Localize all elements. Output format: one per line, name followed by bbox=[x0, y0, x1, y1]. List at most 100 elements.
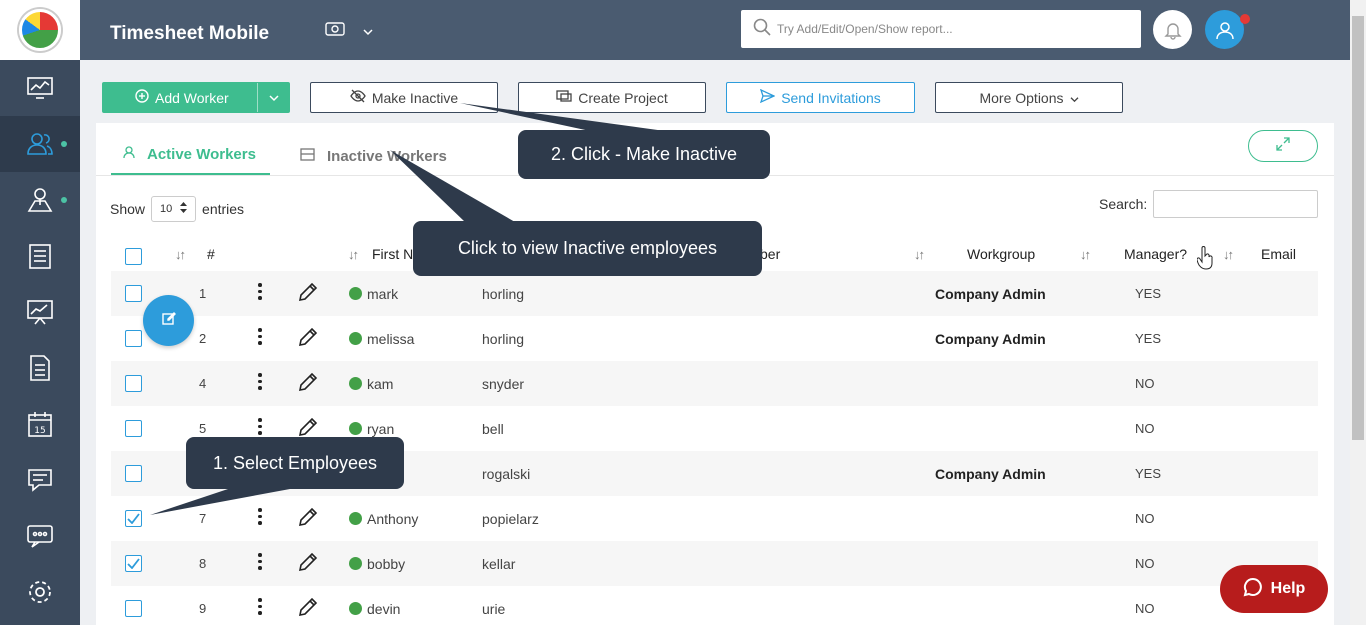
chevron-down-icon bbox=[1070, 90, 1079, 106]
first-name: kam bbox=[367, 376, 394, 392]
column-header-number[interactable]: ber bbox=[760, 246, 780, 262]
messages-icon[interactable] bbox=[0, 452, 80, 508]
kebab-menu-icon[interactable] bbox=[258, 598, 262, 618]
first-name: ryan bbox=[367, 421, 395, 437]
expand-icon bbox=[1276, 136, 1290, 156]
table-row[interactable]: 9 devin urie NO bbox=[111, 586, 1318, 625]
row-checkbox[interactable] bbox=[125, 420, 142, 437]
sort-icon[interactable]: ↓↑ bbox=[175, 246, 186, 262]
workers-icon[interactable] bbox=[0, 116, 80, 172]
map-location-icon[interactable] bbox=[0, 172, 80, 228]
more-options-button[interactable]: More Options bbox=[935, 82, 1123, 113]
first-name: melissa bbox=[367, 331, 415, 347]
row-checkbox[interactable] bbox=[125, 555, 142, 572]
workgroup: Company Admin bbox=[935, 286, 1046, 302]
global-search[interactable] bbox=[741, 10, 1141, 48]
kebab-menu-icon[interactable] bbox=[258, 283, 262, 303]
column-header-email[interactable]: Email bbox=[1261, 246, 1296, 262]
first-name: bobby bbox=[367, 556, 406, 572]
create-project-button[interactable]: Create Project bbox=[518, 82, 706, 113]
row-number: 8 bbox=[199, 556, 207, 571]
callout-make-inactive: 2. Click - Make Inactive bbox=[518, 130, 770, 179]
last-name: kellar bbox=[482, 556, 516, 572]
kebab-menu-icon[interactable] bbox=[258, 328, 262, 348]
row-checkbox[interactable] bbox=[125, 375, 142, 392]
settings-gear-icon[interactable] bbox=[0, 564, 80, 620]
entries-value: 10 bbox=[159, 203, 173, 215]
table-search-input[interactable] bbox=[1153, 190, 1318, 218]
manager-flag: YES bbox=[1135, 286, 1162, 301]
floating-edit-button[interactable] bbox=[143, 295, 194, 346]
tab-inactive-workers[interactable]: Inactive Workers bbox=[300, 136, 447, 176]
notifications-bell-icon[interactable] bbox=[1153, 10, 1192, 49]
column-header-manager[interactable]: Manager? bbox=[1124, 246, 1187, 262]
pencil-icon[interactable] bbox=[297, 551, 319, 578]
send-invitations-label: Send Invitations bbox=[781, 89, 881, 106]
reports-chart-icon[interactable] bbox=[0, 284, 80, 340]
row-checkbox[interactable] bbox=[125, 285, 142, 302]
tab-active-workers[interactable]: Active Workers bbox=[111, 136, 270, 176]
send-invitations-button[interactable]: Send Invitations bbox=[726, 82, 915, 113]
make-inactive-label: Make Inactive bbox=[371, 89, 459, 106]
select-all-checkbox[interactable] bbox=[125, 248, 142, 265]
sort-icon[interactable]: ↓↑ bbox=[1223, 246, 1234, 262]
dashboard-icon[interactable] bbox=[0, 60, 80, 116]
status-active-icon bbox=[349, 332, 362, 345]
status-active-icon bbox=[349, 422, 362, 435]
archive-icon bbox=[300, 147, 315, 165]
sort-icon[interactable]: ↓↑ bbox=[914, 246, 925, 262]
account-dropdown[interactable] bbox=[325, 22, 373, 39]
table-row[interactable]: 1 mark horling Company Admin YES bbox=[111, 271, 1318, 316]
kebab-menu-icon[interactable] bbox=[258, 553, 262, 573]
money-icon bbox=[325, 22, 345, 39]
manager-flag: NO bbox=[1135, 601, 1155, 616]
column-header-workgroup[interactable]: Workgroup bbox=[967, 246, 1035, 262]
kebab-menu-icon[interactable] bbox=[258, 508, 262, 528]
make-inactive-button[interactable]: Make Inactive bbox=[310, 82, 498, 113]
help-label: Help bbox=[1270, 580, 1306, 597]
table-row[interactable]: 8 bobby kellar NO bbox=[111, 541, 1318, 586]
pencil-icon[interactable] bbox=[297, 506, 319, 533]
column-header-first-name[interactable]: First N bbox=[372, 246, 413, 262]
document-icon[interactable] bbox=[0, 340, 80, 396]
scrollbar-thumb[interactable] bbox=[1352, 16, 1364, 440]
status-active-icon bbox=[349, 287, 362, 300]
status-active-icon bbox=[349, 377, 362, 390]
pencil-icon[interactable] bbox=[297, 371, 319, 398]
row-number: 7 bbox=[199, 511, 207, 526]
app-logo[interactable] bbox=[0, 0, 80, 60]
row-checkbox[interactable] bbox=[125, 465, 142, 482]
row-number: 2 bbox=[199, 331, 207, 346]
tab-inactive-label: Inactive Workers bbox=[327, 147, 447, 165]
create-project-label: Create Project bbox=[578, 89, 668, 106]
sort-icon[interactable]: ↓↑ bbox=[1080, 246, 1091, 262]
kebab-menu-icon[interactable] bbox=[258, 373, 262, 393]
entries-select[interactable]: 10 bbox=[151, 196, 197, 222]
row-checkbox[interactable] bbox=[125, 600, 142, 617]
row-checkbox[interactable] bbox=[125, 510, 142, 527]
table-row[interactable]: 7 Anthony popielarz NO bbox=[111, 496, 1318, 541]
row-checkbox[interactable] bbox=[125, 330, 142, 347]
timesheet-icon[interactable] bbox=[0, 228, 80, 284]
pencil-icon[interactable] bbox=[297, 281, 319, 308]
callout-select-employees: 1. Select Employees bbox=[186, 437, 404, 489]
sort-icon[interactable]: ↓↑ bbox=[348, 246, 359, 262]
pencil-icon[interactable] bbox=[297, 326, 319, 353]
kebab-menu-icon[interactable] bbox=[258, 418, 262, 438]
expand-button[interactable] bbox=[1248, 130, 1318, 162]
help-button[interactable]: Help bbox=[1220, 565, 1328, 613]
add-worker-button[interactable]: Add Worker bbox=[102, 82, 290, 113]
table-row[interactable]: 4 kam snyder NO bbox=[111, 361, 1318, 406]
pencil-icon[interactable] bbox=[297, 596, 319, 623]
table-row[interactable]: 2 melissa horling Company Admin YES bbox=[111, 316, 1318, 361]
user-profile-icon[interactable] bbox=[1205, 10, 1244, 49]
chat-icon[interactable] bbox=[0, 508, 80, 564]
status-active-icon bbox=[349, 602, 362, 615]
add-worker-dropdown-toggle[interactable] bbox=[257, 83, 289, 112]
table-search-label: Search: bbox=[1099, 196, 1148, 212]
global-search-input[interactable] bbox=[777, 22, 1117, 36]
calendar-icon[interactable]: 15 bbox=[0, 396, 80, 452]
manager-flag: YES bbox=[1135, 466, 1162, 481]
user-icon bbox=[123, 146, 135, 163]
last-name: popielarz bbox=[482, 511, 539, 527]
